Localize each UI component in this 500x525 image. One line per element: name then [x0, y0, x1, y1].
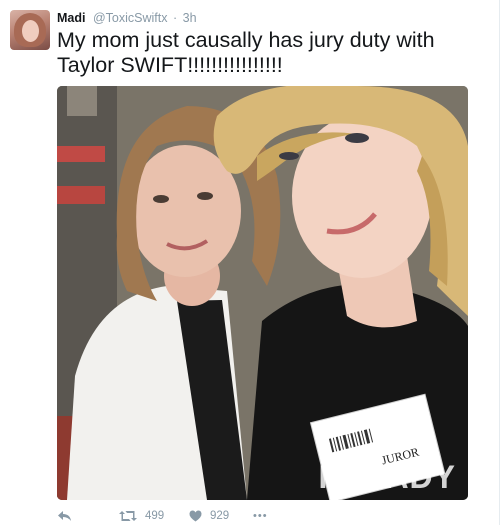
- photo-illustration: JUROR: [57, 86, 468, 500]
- more-button[interactable]: •••: [253, 508, 268, 524]
- user-avatar[interactable]: [10, 10, 50, 50]
- display-name[interactable]: Madi: [57, 11, 85, 25]
- tweet-text: My mom just causally has jury duty with …: [57, 28, 435, 77]
- retweet-icon: [119, 510, 137, 522]
- more-icon: •••: [253, 510, 268, 522]
- time-separator: ·: [172, 11, 178, 25]
- like-icon: [189, 510, 202, 522]
- reply-button[interactable]: [57, 508, 72, 524]
- like-count: 929: [210, 510, 230, 522]
- tweet-photo[interactable]: JUROR PCLADY: [57, 86, 468, 500]
- handle[interactable]: @ToxicSwiftx: [93, 11, 168, 25]
- retweet-count: 499: [145, 510, 165, 522]
- tweet-timestamp[interactable]: 3h: [183, 11, 197, 25]
- like-button[interactable]: 929: [189, 508, 229, 524]
- retweet-button[interactable]: 499: [119, 508, 164, 524]
- reply-icon: [57, 510, 72, 522]
- tweet: Madi @ToxicSwiftx · 3h My mom just causa…: [0, 0, 500, 525]
- avatar-face: [22, 20, 39, 42]
- photo-watermark: PCLADY: [318, 459, 456, 495]
- tweet-header: Madi @ToxicSwiftx · 3h: [57, 11, 197, 26]
